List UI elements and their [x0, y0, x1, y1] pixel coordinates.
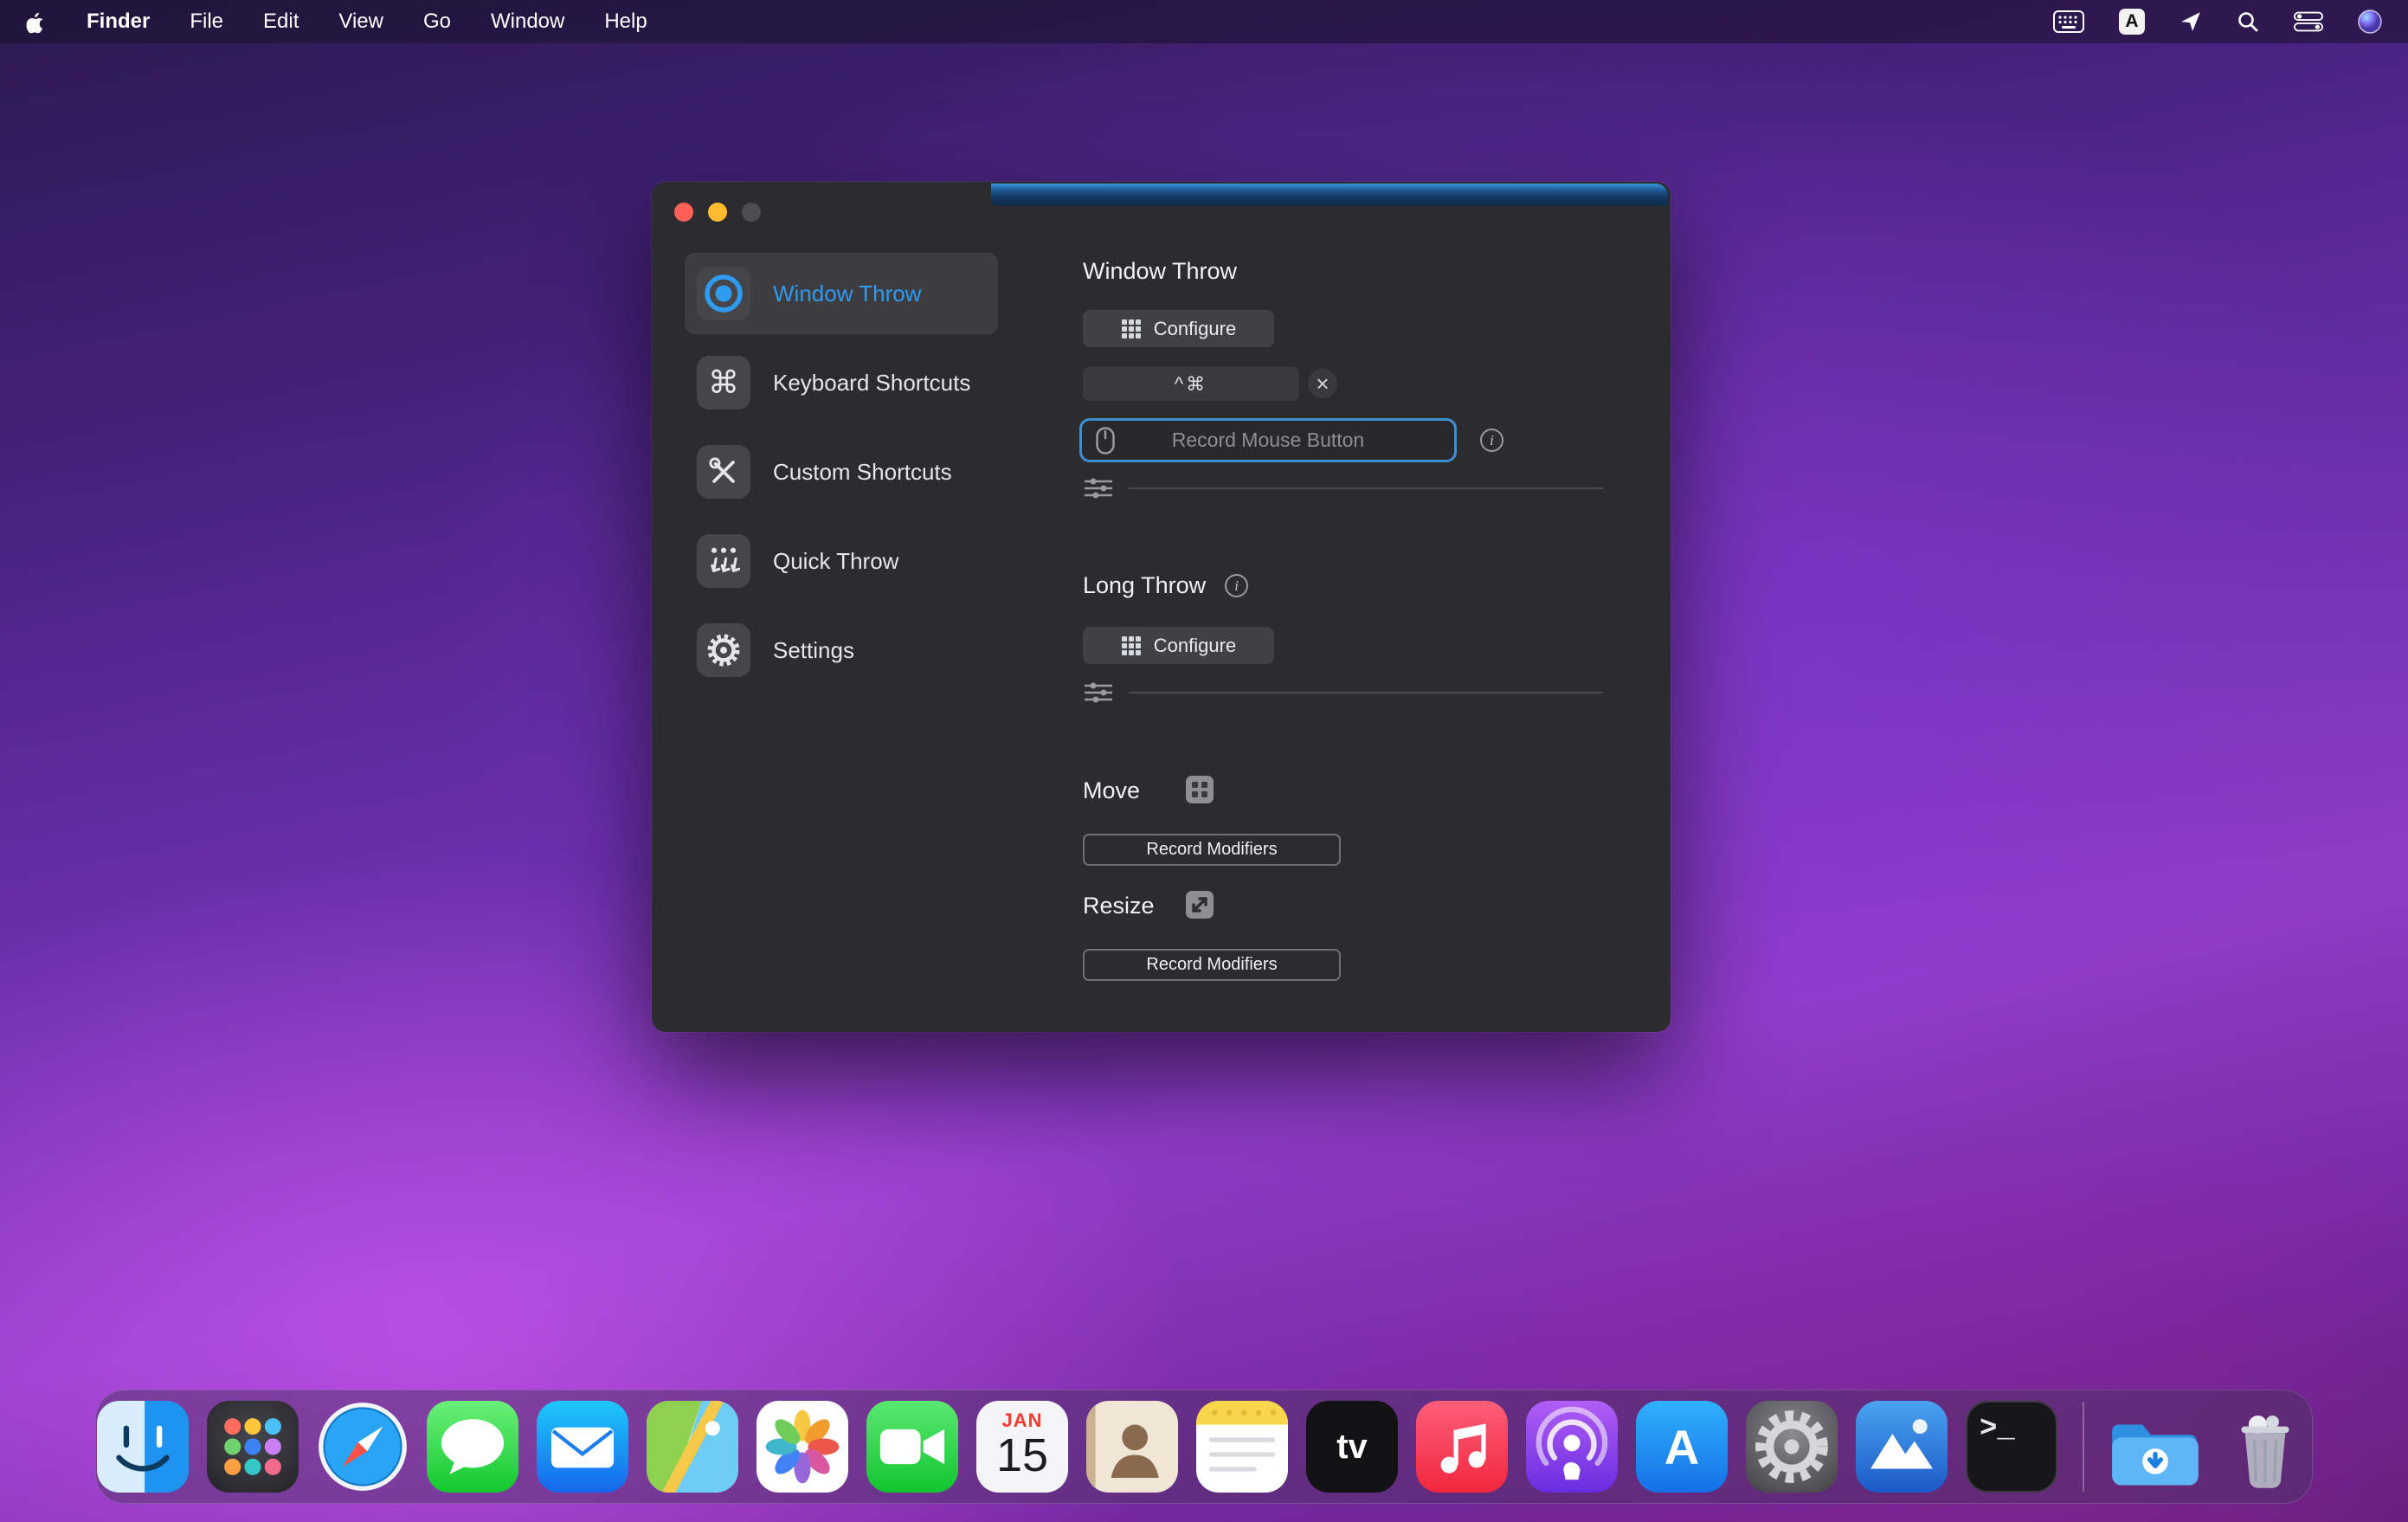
sidebar-label: Keyboard Shortcuts: [773, 370, 970, 397]
record-modifiers-button-resize[interactable]: Record Modifiers: [1083, 949, 1341, 981]
app-window: Window Throw ⌘ Keyboard Shortcuts Custom…: [652, 182, 1671, 1032]
dock-notes[interactable]: [1196, 1401, 1288, 1493]
dock-system-settings[interactable]: [1746, 1401, 1838, 1493]
dock-launchpad[interactable]: [207, 1401, 299, 1493]
grid-icon: [1121, 635, 1142, 656]
app-store-logo: A: [1636, 1401, 1728, 1493]
dock-facetime[interactable]: [866, 1401, 958, 1493]
dock-mail[interactable]: [537, 1401, 628, 1493]
menu-edit[interactable]: Edit: [263, 10, 299, 34]
location-icon[interactable]: [2179, 8, 2202, 35]
dock-safari[interactable]: [317, 1401, 409, 1493]
dock-terminal[interactable]: >_: [1966, 1401, 2057, 1493]
sidebar-label: Custom Shortcuts: [773, 459, 952, 486]
traffic-lights: [674, 203, 761, 222]
dock-calendar[interactable]: JAN 15: [976, 1401, 1068, 1493]
record-mouse-placeholder: Record Mouse Button: [1115, 429, 1421, 452]
dock-trash[interactable]: [2219, 1401, 2311, 1493]
terminal-prompt: >_: [1980, 1413, 2015, 1446]
sidebar: Window Throw ⌘ Keyboard Shortcuts Custom…: [685, 253, 998, 691]
spotlight-search-icon[interactable]: [2237, 8, 2259, 35]
dock-messages[interactable]: [427, 1401, 518, 1493]
resize-diagonal-icon: [1185, 890, 1214, 919]
dock-tv[interactable]: tv: [1306, 1401, 1398, 1493]
dock-finder[interactable]: [97, 1401, 189, 1493]
sidebar-item-custom-shortcuts[interactable]: Custom Shortcuts: [685, 431, 998, 513]
sidebar-label: Window Throw: [773, 281, 921, 307]
input-source-icon[interactable]: A: [2119, 9, 2145, 35]
resize-label: Resize: [1083, 893, 1155, 919]
move-label: Move: [1083, 777, 1140, 804]
calendar-day: 15: [976, 1428, 1068, 1482]
dock-maps[interactable]: [647, 1401, 738, 1493]
close-button[interactable]: [674, 203, 693, 222]
menu-go[interactable]: Go: [423, 10, 451, 34]
shortcut-field[interactable]: ^⌘: [1083, 367, 1299, 401]
move-grid-icon: [1185, 775, 1214, 804]
shortcut-value: ^⌘: [1175, 373, 1207, 396]
dock-music[interactable]: [1416, 1401, 1508, 1493]
siri-icon[interactable]: [2358, 8, 2382, 35]
sidebar-item-window-throw[interactable]: Window Throw: [685, 253, 998, 334]
gear-icon: [697, 623, 750, 677]
info-icon[interactable]: i: [1480, 429, 1503, 452]
clear-shortcut-button[interactable]: ×: [1308, 369, 1337, 398]
control-center-icon[interactable]: [2294, 8, 2323, 35]
close-icon: ×: [1316, 372, 1329, 395]
menu-view[interactable]: View: [338, 10, 383, 34]
record-mouse-button-field[interactable]: Record Mouse Button: [1079, 418, 1457, 462]
configure-button-long-throw[interactable]: Configure: [1083, 627, 1274, 664]
tv-logo: tv: [1306, 1401, 1398, 1493]
sidebar-label: Quick Throw: [773, 548, 898, 575]
sidebar-item-quick-throw[interactable]: Quick Throw: [685, 520, 998, 602]
divider: [1129, 487, 1603, 489]
dock-app-store[interactable]: A: [1636, 1401, 1728, 1493]
apple-menu-icon[interactable]: [26, 8, 47, 35]
section-title-long-throw: Long Throw i: [1083, 572, 1248, 599]
section-title-window-throw: Window Throw: [1083, 258, 1237, 285]
configure-button-window-throw[interactable]: Configure: [1083, 310, 1274, 347]
dock-contacts[interactable]: [1086, 1401, 1178, 1493]
menu-help[interactable]: Help: [604, 10, 647, 34]
sidebar-label: Settings: [773, 637, 854, 664]
sidebar-item-keyboard-shortcuts[interactable]: ⌘ Keyboard Shortcuts: [685, 342, 998, 423]
titlebar-accent: [991, 184, 1668, 206]
menu-window[interactable]: Window: [491, 10, 564, 34]
configure-label: Configure: [1154, 318, 1236, 340]
info-icon[interactable]: i: [1225, 574, 1248, 597]
record-circle-icon: [697, 267, 750, 320]
desktop: Finder File Edit View Go Window Help A: [0, 0, 2408, 1522]
record-modifiers-button-move[interactable]: Record Modifiers: [1083, 834, 1341, 866]
dock-separator: [2083, 1402, 2084, 1492]
dock-window-app[interactable]: [1856, 1401, 1948, 1493]
dock-podcasts[interactable]: [1526, 1401, 1618, 1493]
command-key-icon: ⌘: [697, 356, 750, 410]
configure-label: Configure: [1154, 635, 1236, 657]
dock: JAN 15 tv A >_: [95, 1390, 2313, 1504]
divider: [1129, 692, 1603, 693]
quick-throw-icon: [697, 534, 750, 588]
menu-file[interactable]: File: [190, 10, 223, 34]
zoom-button[interactable]: [742, 203, 761, 222]
mouse-icon: [1096, 427, 1115, 455]
dock-photos[interactable]: [757, 1401, 848, 1493]
keyboard-icon[interactable]: [2053, 8, 2084, 35]
dock-downloads[interactable]: [2109, 1401, 2201, 1493]
app-menu-title[interactable]: Finder: [87, 10, 150, 34]
minimize-button[interactable]: [708, 203, 727, 222]
menu-bar: Finder File Edit View Go Window Help A: [0, 0, 2408, 43]
tools-icon: [697, 445, 750, 499]
grid-icon: [1121, 319, 1142, 339]
sliders-icon[interactable]: [1085, 478, 1112, 503]
sidebar-item-settings[interactable]: Settings: [685, 609, 998, 691]
sliders-icon[interactable]: [1085, 682, 1112, 707]
